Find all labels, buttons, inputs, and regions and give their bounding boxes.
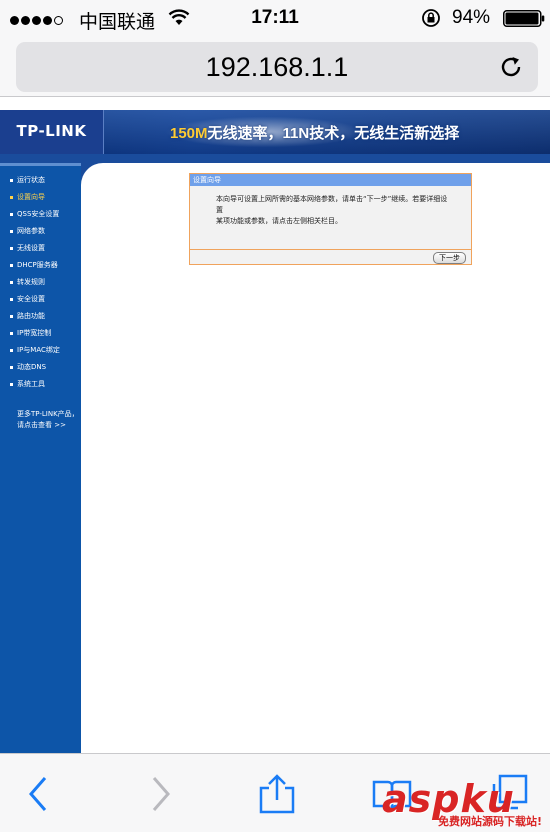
bullet-icon [10, 212, 13, 216]
forward-icon[interactable] [140, 774, 180, 814]
banner-slogan: 150M无线速率，11N技术，无线生活新选择 [170, 122, 459, 143]
sidebar-item-label: QSS安全设置 [17, 210, 60, 218]
sidebar-item-ip-mac-binding[interactable]: IP与MAC绑定 [0, 342, 81, 359]
bullet-icon [10, 195, 13, 199]
sidebar-item-label: 网络参数 [17, 227, 45, 235]
reload-icon[interactable] [498, 54, 524, 80]
sidebar-item-label: IP与MAC绑定 [17, 346, 60, 354]
wizard-description: 本向导可设置上网所需的基本网络参数，请单击“下一步”继续。若要详细设置 某项功能… [216, 194, 454, 227]
router-header-banner: TP-LINK 150M无线速率，11N技术，无线生活新选择 [0, 110, 550, 154]
header-divider-strip [0, 154, 550, 163]
sidebar-item-label: 无线设置 [17, 244, 45, 252]
sidebar-item-network[interactable]: 网络参数 [0, 223, 81, 240]
bullet-icon [10, 178, 13, 182]
bullet-icon [10, 263, 13, 267]
url-text[interactable]: 192.168.1.1 [16, 52, 538, 83]
sidebar-item-label: 转发规则 [17, 278, 45, 286]
sidebar-item-label: 系统工具 [17, 380, 45, 388]
wizard-title: 设置向导 [190, 174, 471, 186]
sidebar-item-bandwidth[interactable]: IP带宽控制 [0, 325, 81, 342]
bullet-icon [10, 348, 13, 352]
sidebar-item-qss[interactable]: QSS安全设置 [0, 206, 81, 223]
address-bar[interactable]: 192.168.1.1 [16, 42, 538, 92]
sidebar-item-routing[interactable]: 路由功能 [0, 308, 81, 325]
sidebar-item-label: 路由功能 [17, 312, 45, 320]
wizard-description-line1: 本向导可设置上网所需的基本网络参数，请单击“下一步”继续。若要详细设置 [216, 195, 448, 214]
back-icon[interactable] [19, 774, 59, 814]
rotation-lock-icon [422, 9, 440, 27]
bullet-icon [10, 314, 13, 318]
sidebar-item-label: 动态DNS [17, 363, 47, 371]
bullet-icon [10, 365, 13, 369]
more-products-line2: 请点击查看 >> [17, 421, 66, 429]
wizard-footer: 下一步 [190, 249, 471, 264]
sidebar-item-label: 安全设置 [17, 295, 45, 303]
bullet-icon [10, 297, 13, 301]
more-products-link[interactable]: 更多TP-LINK产品， 请点击查看 >> [17, 409, 81, 431]
tp-link-logo: TP-LINK [16, 122, 87, 140]
sidebar-menu: 运行状态 设置向导 QSS安全设置 网络参数 无线设置 DHCP服务器 转发规则… [0, 163, 81, 753]
bullet-icon [10, 280, 13, 284]
battery-icon [503, 10, 545, 27]
sidebar-item-status[interactable]: 运行状态 [0, 172, 81, 189]
sidebar-item-forwarding[interactable]: 转发规则 [0, 274, 81, 291]
sidebar-item-label: IP带宽控制 [17, 329, 52, 337]
slogan-highlight: 150M [170, 125, 208, 142]
bullet-icon [10, 382, 13, 386]
sidebar-item-wireless[interactable]: 无线设置 [0, 240, 81, 257]
sidebar-item-label: DHCP服务器 [17, 261, 58, 269]
sidebar-item-label: 设置向导 [17, 193, 45, 201]
status-bar: 中国联通 17:11 94% [0, 0, 550, 36]
share-icon[interactable] [257, 774, 297, 814]
bullet-icon [10, 331, 13, 335]
sidebar-item-setup-wizard[interactable]: 设置向导 [0, 189, 81, 206]
nav-list: 运行状态 设置向导 QSS安全设置 网络参数 无线设置 DHCP服务器 转发规则… [0, 172, 81, 393]
wizard-description-line2: 某项功能或参数，请点击左侧相关栏目。 [216, 217, 342, 225]
setup-wizard-panel: 设置向导 本向导可设置上网所需的基本网络参数，请单击“下一步”继续。若要详细设置… [189, 173, 472, 265]
bullet-icon [10, 246, 13, 250]
sidebar-item-ddns[interactable]: 动态DNS [0, 359, 81, 376]
main-content: 设置向导 本向导可设置上网所需的基本网络参数，请单击“下一步”继续。若要详细设置… [81, 163, 550, 753]
sidebar-item-label: 运行状态 [17, 176, 45, 184]
sidebar-item-system-tools[interactable]: 系统工具 [0, 376, 81, 393]
address-bar-container: 192.168.1.1 [0, 36, 550, 97]
sidebar-item-security[interactable]: 安全设置 [0, 291, 81, 308]
logo-box: TP-LINK [0, 110, 104, 154]
battery-percentage: 94% [452, 7, 491, 28]
sidebar-top-border [0, 163, 81, 166]
watermark-tagline: 免费网站源码下载站! [438, 815, 543, 828]
bullet-icon [10, 229, 13, 233]
more-products-line1: 更多TP-LINK产品， [17, 410, 79, 418]
sidebar-item-dhcp[interactable]: DHCP服务器 [0, 257, 81, 274]
slogan-text: 无线速率，11N技术，无线生活新选择 [207, 125, 460, 142]
next-step-button[interactable]: 下一步 [433, 252, 466, 264]
